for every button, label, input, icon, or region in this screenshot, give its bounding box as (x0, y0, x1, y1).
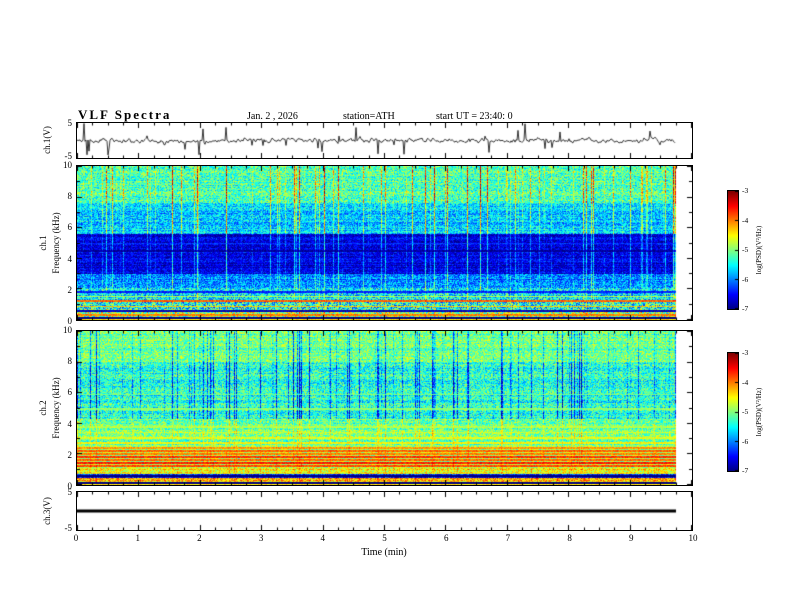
x-axis-label: Time (min) (361, 547, 407, 558)
ch3-ytick-label: -5 (64, 523, 73, 533)
station-label: station=ATH (343, 111, 395, 122)
ch3-ytick-label: 5 (67, 487, 73, 497)
x-tick-label: 1 (135, 533, 140, 543)
colorbar-2-tick-label: -6 (742, 436, 749, 446)
colorbar-1-tick-label: -5 (742, 245, 749, 254)
ch3-waveform-panel (76, 491, 693, 531)
ch1-waveform-canvas (77, 123, 692, 158)
x-tick-label: 5 (382, 533, 387, 543)
ch2-spectrogram-canvas (77, 331, 692, 485)
spec1-ytick-label: 2 (67, 284, 73, 295)
colorbar-2-tick-label: -5 (742, 407, 749, 416)
ylabel-spec1-channel: ch.1 (38, 235, 48, 251)
ch1-waveform-panel (76, 122, 693, 159)
spec1-ytick-label: 6 (67, 222, 73, 233)
ylabel-ch1-voltage: ch.1(V) (42, 126, 52, 154)
colorbar-1-canvas (728, 191, 738, 309)
colorbar-2-tick-label: -3 (742, 348, 749, 357)
vlf-spectra-figure: VLF Spectra Jan. 2 , 2026 station=ATH st… (0, 0, 792, 612)
ch1-spectrogram-panel (76, 165, 693, 321)
spec2-ytick-label: 4 (67, 418, 73, 429)
colorbar-2-tick-label: -4 (742, 377, 749, 387)
x-tick-label: 9 (629, 533, 634, 543)
colorbar-1-tick-label: -4 (742, 215, 749, 225)
ch2-spectrogram-panel (76, 330, 693, 486)
colorbar-2-canvas (728, 353, 738, 471)
date-label: Jan. 2 , 2026 (247, 111, 298, 122)
spec2-ytick-label: 6 (67, 387, 73, 398)
spec1-ytick-label: 10 (63, 160, 72, 170)
colorbar-2-tick-label: -7 (742, 466, 749, 475)
spec1-ytick-label: 4 (67, 253, 73, 264)
colorbar-2 (727, 352, 739, 472)
colorbar-1-tick-label: -6 (742, 274, 749, 284)
x-tick-label: 2 (197, 533, 202, 543)
spec2-ytick-label: 10 (63, 325, 72, 335)
spec2-ytick-label: 8 (67, 356, 73, 367)
ch1-ytick-label: -5 (64, 151, 73, 161)
ch3-waveform-canvas (77, 492, 692, 530)
ch1-ytick-label: 5 (67, 118, 73, 128)
x-tick-label: 3 (258, 533, 264, 543)
spec2-ytick-label: 2 (67, 449, 73, 460)
colorbar-1-tick-label: -7 (742, 304, 749, 313)
ylabel-spec2-channel: ch.2 (38, 400, 48, 416)
x-tick-label: 7 (505, 533, 511, 543)
colorbar-1 (727, 190, 739, 310)
x-tick-label: 10 (688, 533, 698, 543)
ch1-spectrogram-canvas (77, 166, 692, 320)
x-tick-label: 0 (73, 533, 79, 543)
colorbar-1-tick-label: -3 (742, 186, 749, 195)
spec1-ytick-label: 8 (67, 191, 73, 202)
x-tick-label: 6 (443, 533, 449, 543)
x-tick-label: 4 (320, 533, 326, 543)
start-ut-label: start UT = 23:40: 0 (436, 111, 513, 122)
ylabel-ch3-voltage: ch.3(V) (42, 497, 52, 525)
x-tick-label: 8 (567, 533, 572, 543)
figure-title: VLF Spectra (78, 107, 172, 122)
